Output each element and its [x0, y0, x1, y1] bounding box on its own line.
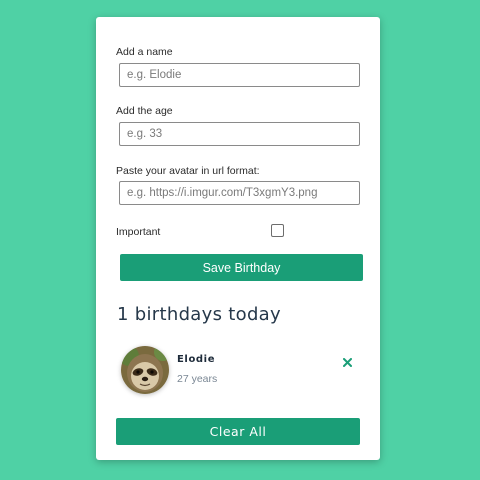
name-label: Add a name	[116, 46, 173, 58]
important-checkbox[interactable]	[271, 224, 284, 237]
important-label: Important	[116, 226, 161, 238]
name-input[interactable]	[119, 63, 360, 87]
save-birthday-button[interactable]: Save Birthday	[120, 254, 363, 281]
close-icon[interactable]	[340, 355, 354, 369]
clear-all-button[interactable]: Clear All	[116, 418, 360, 445]
birthdays-heading: 1 birthdays today	[117, 304, 281, 325]
sloth-avatar-icon	[121, 346, 169, 394]
age-input[interactable]	[119, 122, 360, 146]
birthday-card: Add a name Add the age Paste your avatar…	[96, 17, 380, 460]
avatar-url-input[interactable]	[119, 181, 360, 205]
age-label: Add the age	[116, 105, 173, 117]
birthday-age: 27 years	[177, 373, 218, 385]
birthday-name: Elodie	[177, 354, 216, 365]
avatar-url-label: Paste your avatar in url format:	[116, 165, 260, 177]
